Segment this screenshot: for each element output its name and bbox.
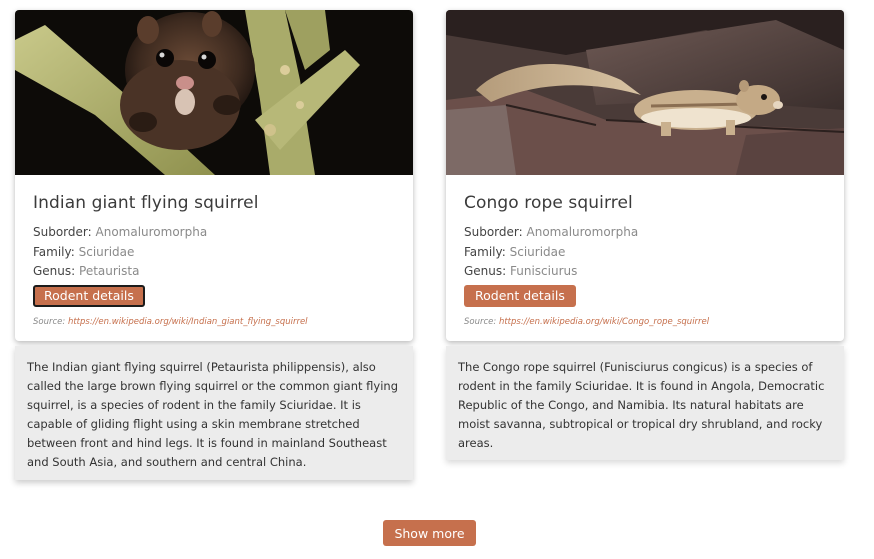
rodent-name: Congo rope squirrel: [464, 193, 633, 213]
source-link[interactable]: https://en.wikipedia.org/wiki/Indian_gia…: [68, 317, 308, 327]
rodent-details-button[interactable]: Rodent details: [33, 284, 145, 307]
source-link[interactable]: https://en.wikipedia.org/wiki/Congo_rope…: [499, 317, 709, 327]
suborder-value: Anomaluromorpha: [95, 225, 208, 239]
genus-row: Genus: Funisciurus: [464, 262, 826, 282]
rodent-card: Indian giant flying squirrel Suborder: A…: [15, 10, 413, 341]
genus-label: Genus:: [33, 264, 76, 278]
suborder-label: Suborder:: [464, 225, 523, 239]
family-row: Family: Sciuridae: [464, 243, 826, 263]
genus-value: Petaurista: [79, 264, 140, 278]
genus-row: Genus: Petaurista: [33, 262, 395, 282]
card-body: Indian giant flying squirrel Suborder: A…: [15, 175, 413, 341]
suborder-value: Anomaluromorpha: [526, 225, 639, 239]
genus-value: Funisciurus: [510, 264, 578, 278]
source-line: Source: https://en.wikipedia.org/wiki/Co…: [464, 317, 826, 327]
rodent-name: Indian giant flying squirrel: [33, 193, 259, 213]
family-value: Sciuridae: [509, 244, 566, 259]
source-label: Source:: [33, 316, 66, 327]
family-label: Family:: [464, 244, 506, 259]
rodent-description: The Indian giant flying squirrel (Petaur…: [15, 346, 413, 480]
rodent-photo: [446, 10, 844, 175]
rodent-description: The Congo rope squirrel (Funisciurus con…: [446, 346, 844, 460]
suborder-label: Suborder:: [33, 225, 92, 239]
source-label: Source:: [464, 316, 497, 327]
suborder-row: Suborder: Anomaluromorpha: [33, 223, 395, 243]
family-label: Family:: [33, 244, 75, 259]
show-more-button[interactable]: Show more: [383, 520, 476, 546]
family-value: Sciuridae: [78, 244, 135, 259]
rodent-details-button[interactable]: Rodent details: [464, 284, 576, 307]
card-body: Congo rope squirrel Suborder: Anomalurom…: [446, 175, 844, 341]
family-row: Family: Sciuridae: [33, 243, 395, 263]
source-line: Source: https://en.wikipedia.org/wiki/In…: [33, 317, 395, 327]
rodent-photo: [15, 10, 413, 175]
rodent-card: Congo rope squirrel Suborder: Anomalurom…: [446, 10, 844, 341]
suborder-row: Suborder: Anomaluromorpha: [464, 223, 826, 243]
rodent-gallery-page: Indian giant flying squirrel Suborder: A…: [0, 0, 874, 559]
genus-label: Genus:: [464, 264, 507, 278]
